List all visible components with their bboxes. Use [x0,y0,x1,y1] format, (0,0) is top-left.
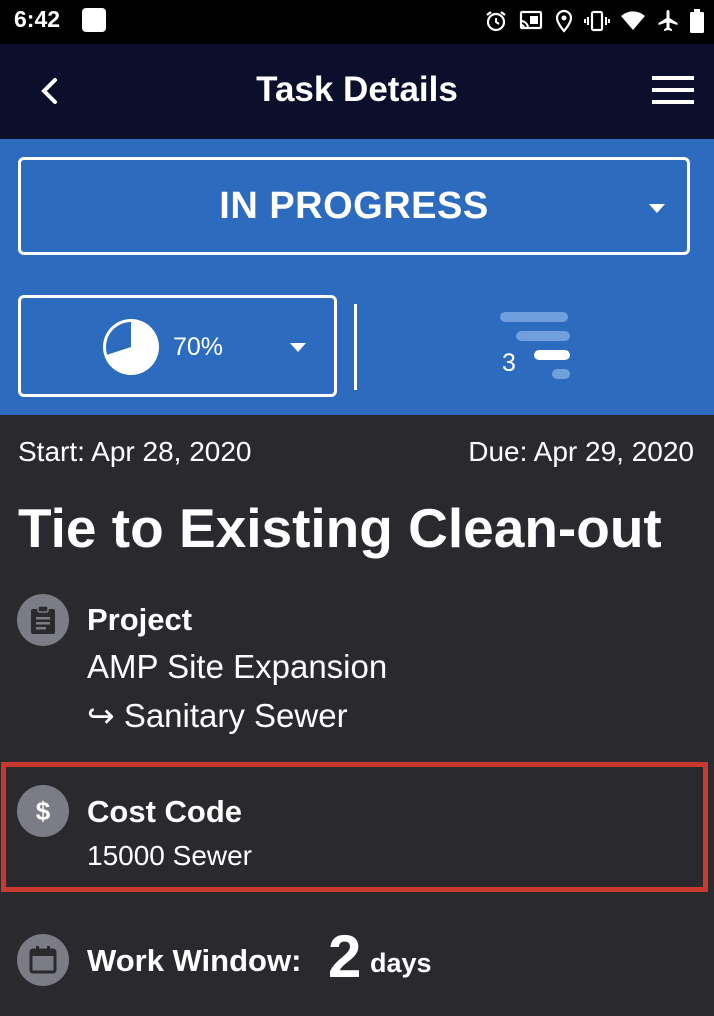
alarm-icon [486,11,506,32]
page-title: Task Details [256,70,458,109]
location-icon [555,9,573,33]
status-dropdown-value: IN PROGRESS [219,184,489,227]
priority-value: 3 [502,349,516,377]
battery-icon [690,9,704,33]
due-date: Due: Apr 29, 2020 [468,436,694,467]
notification-icon [82,8,106,32]
start-date: Start: Apr 28, 2020 [18,436,252,467]
task-dates: Start: Apr 28, 2020 Due: Apr 29, 2020 [18,436,694,468]
work-window-unit: days [370,948,432,978]
divider [354,304,357,390]
work-window-value: 2 [328,923,362,990]
wifi-icon [621,11,645,30]
progress-pie-icon [103,319,159,375]
status-dropdown[interactable]: IN PROGRESS [18,157,690,255]
priority-bar [552,369,570,379]
cost-code-value[interactable]: 15000 Sewer [87,840,252,872]
dropdown-caret-icon [290,343,306,352]
subproject-name[interactable]: ↪ Sanitary Sewer [87,696,348,735]
dollar-icon: $ [17,785,69,837]
status-icons [484,6,704,36]
project-name[interactable]: AMP Site Expansion [87,648,387,686]
priority-bar [516,331,570,341]
dropdown-caret-icon [649,204,665,213]
priority-bar [534,350,570,360]
airplane-icon [658,10,678,31]
hamburger-menu-icon [652,76,694,104]
calendar-icon [17,934,69,986]
status-time: 6:42 [14,6,61,32]
priority-bar [500,312,568,322]
menu-button[interactable] [648,70,698,110]
project-label: Project [87,602,193,637]
status-bar: 6:42 [0,0,714,44]
cast-icon [519,10,543,30]
app-bar: Task Details [0,44,714,139]
task-title: Tie to Existing Clean-out [18,497,662,559]
priority-button[interactable]: 3 [494,309,574,384]
progress-value: 70% [173,333,224,361]
vibrate-icon [584,10,610,32]
clipboard-icon [17,594,69,646]
work-window-label: Work Window: [87,943,302,978]
progress-dropdown[interactable]: 70% [18,295,337,397]
task-controls-panel: IN PROGRESS 70% 3 [0,139,714,415]
cost-code-label: Cost Code [87,794,242,829]
